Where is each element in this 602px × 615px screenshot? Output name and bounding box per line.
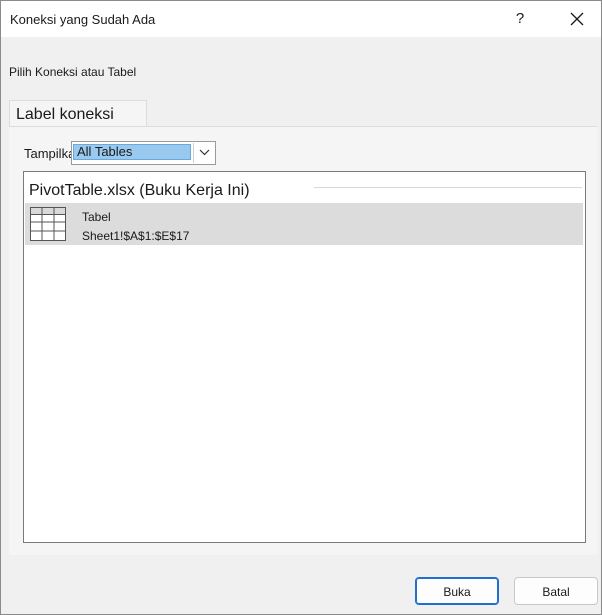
table-grid-icon <box>30 207 66 241</box>
show-filter-dropdown[interactable]: All Tables <box>71 141 216 165</box>
chevron-down-icon <box>199 149 209 156</box>
tab-label: Label koneksi <box>16 106 114 123</box>
item-name: Tabel <box>82 210 111 224</box>
title-bar: Koneksi yang Sudah Ada ? <box>1 1 601 37</box>
group-divider <box>314 187 582 188</box>
list-item[interactable]: Tabel Sheet1!$A$1:$E$17 <box>25 203 583 245</box>
connections-list[interactable]: PivotTable.xlsx (Buku Kerja Ini) Tabel S… <box>23 171 586 543</box>
close-button[interactable] <box>562 5 592 33</box>
open-button[interactable]: Buka <box>415 577 499 605</box>
tab-connections[interactable]: Label koneksi <box>9 100 147 128</box>
close-icon <box>570 12 584 26</box>
help-button[interactable]: ? <box>505 5 535 33</box>
instruction-text: Pilih Koneksi atau Tabel <box>9 65 137 79</box>
item-range: Sheet1!$A$1:$E$17 <box>82 229 190 243</box>
dropdown-button[interactable] <box>193 143 214 163</box>
show-filter-value: All Tables <box>73 144 191 160</box>
group-title: PivotTable.xlsx (Buku Kerja Ini) <box>29 182 250 199</box>
help-icon: ? <box>515 10 525 27</box>
cancel-button[interactable]: Batal <box>514 577 598 605</box>
dialog-title: Koneksi yang Sudah Ada <box>10 12 156 27</box>
existing-connections-dialog: Koneksi yang Sudah Ada ? Pilih Koneksi a… <box>0 0 602 615</box>
